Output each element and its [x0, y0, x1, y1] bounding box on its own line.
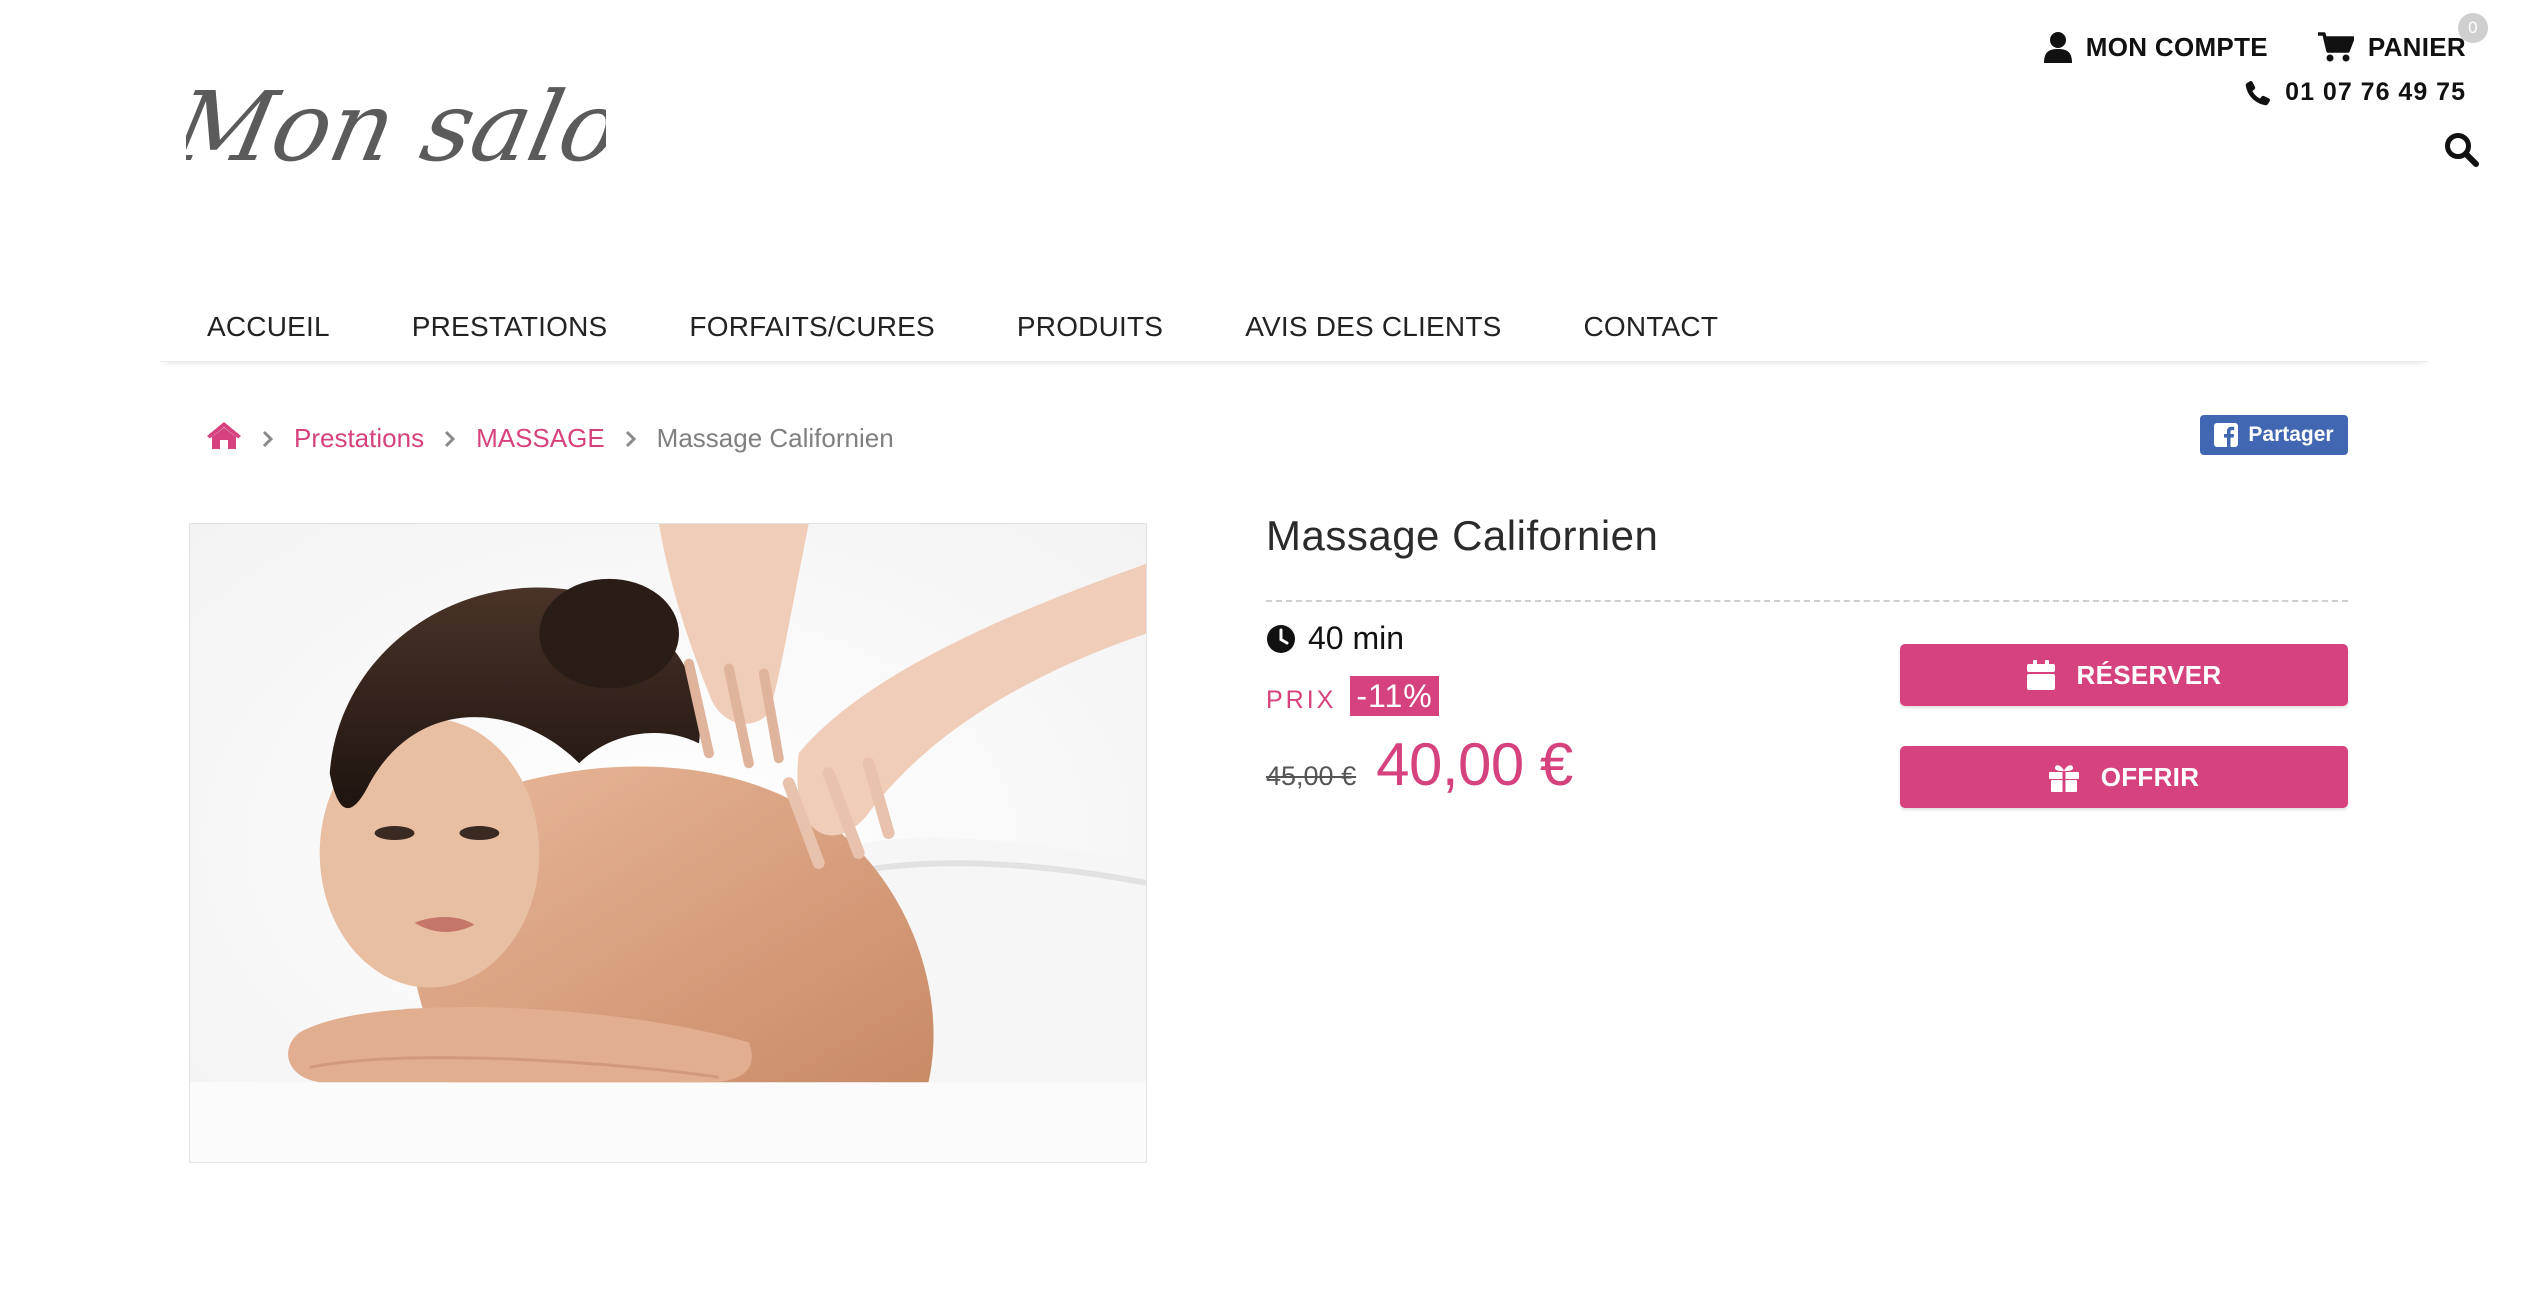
offer-label: OFFRIR [2100, 761, 2200, 792]
logo-script: Mon salon [162, 71, 693, 183]
duration-value: 40 min [1308, 620, 1405, 656]
home-icon [207, 422, 241, 449]
discount-badge: -11% [1350, 676, 1439, 716]
main-navigation: ACCUEIL PRESTATIONS FORFAITS/CURES PRODU… [160, 292, 2428, 362]
gift-icon [2048, 765, 2079, 792]
product-title: Massage Californien [1266, 512, 1659, 559]
user-icon [2043, 32, 2072, 63]
massage-photo [190, 524, 1146, 1162]
chevron-right-icon [262, 430, 274, 448]
old-price: 45,00 € [1266, 761, 1357, 791]
phone-link[interactable]: 01 07 76 49 75 [2245, 78, 2466, 107]
nav-item-produits[interactable]: PRODUITS [1017, 311, 1163, 343]
cart-label: PANIER [2367, 31, 2466, 62]
logo-text: Mon salon [186, 71, 606, 183]
nav-item-avis-des-clients[interactable]: AVIS DES CLIENTS [1245, 311, 1501, 343]
price-row: PRIX -11% [1266, 676, 1439, 716]
breadcrumb-prestations[interactable]: Prestations [294, 423, 424, 454]
search-icon [2445, 133, 2479, 167]
current-price: 40,00 € [1376, 731, 1573, 798]
facebook-share-button[interactable]: Partager [2200, 415, 2348, 455]
share-label: Partager [2248, 423, 2334, 446]
site-logo[interactable]: Mon salon [162, 60, 693, 210]
chevron-right-icon [625, 430, 637, 448]
prices: 45,00 € 40,00 € [1266, 730, 1573, 799]
account-links: MON COMPTE PANIER 0 [2043, 13, 2488, 68]
phone-icon [2245, 80, 2271, 105]
chevron-right-icon [444, 430, 456, 448]
phone-number: 01 07 76 49 75 [2285, 78, 2466, 106]
my-account-link[interactable]: MON COMPTE [2043, 31, 2268, 63]
search-button[interactable] [2442, 130, 2482, 170]
cart-link[interactable]: PANIER 0 [2317, 13, 2488, 63]
title-divider [1266, 600, 2348, 602]
cart-icon [2317, 32, 2354, 62]
calendar-icon [2026, 660, 2055, 690]
reserve-button[interactable]: RÉSERVER [1900, 644, 2348, 706]
reserve-label: RÉSERVER [2076, 659, 2222, 690]
nav-item-forfaits-cures[interactable]: FORFAITS/CURES [689, 311, 935, 343]
duration: 40 min [1266, 620, 1404, 657]
nav-list: ACCUEIL PRESTATIONS FORFAITS/CURES PRODU… [160, 311, 1718, 343]
breadcrumb-massage[interactable]: MASSAGE [476, 423, 605, 454]
breadcrumb-home[interactable] [206, 420, 242, 457]
nav-item-contact[interactable]: CONTACT [1584, 311, 1719, 343]
cart-count-badge: 0 [2458, 13, 2488, 43]
clock-icon [1267, 624, 1295, 653]
nav-item-prestations[interactable]: PRESTATIONS [412, 311, 608, 343]
my-account-label: MON COMPTE [2085, 31, 2268, 62]
breadcrumb: Prestations MASSAGE Massage Californien [206, 420, 894, 457]
facebook-icon [2214, 423, 2239, 447]
offer-button[interactable]: OFFRIR [1900, 746, 2348, 808]
price-label: PRIX [1266, 685, 1337, 714]
breadcrumb-current: Massage Californien [656, 423, 894, 453]
nav-item-accueil[interactable]: ACCUEIL [207, 311, 330, 343]
product-image [189, 523, 1147, 1163]
